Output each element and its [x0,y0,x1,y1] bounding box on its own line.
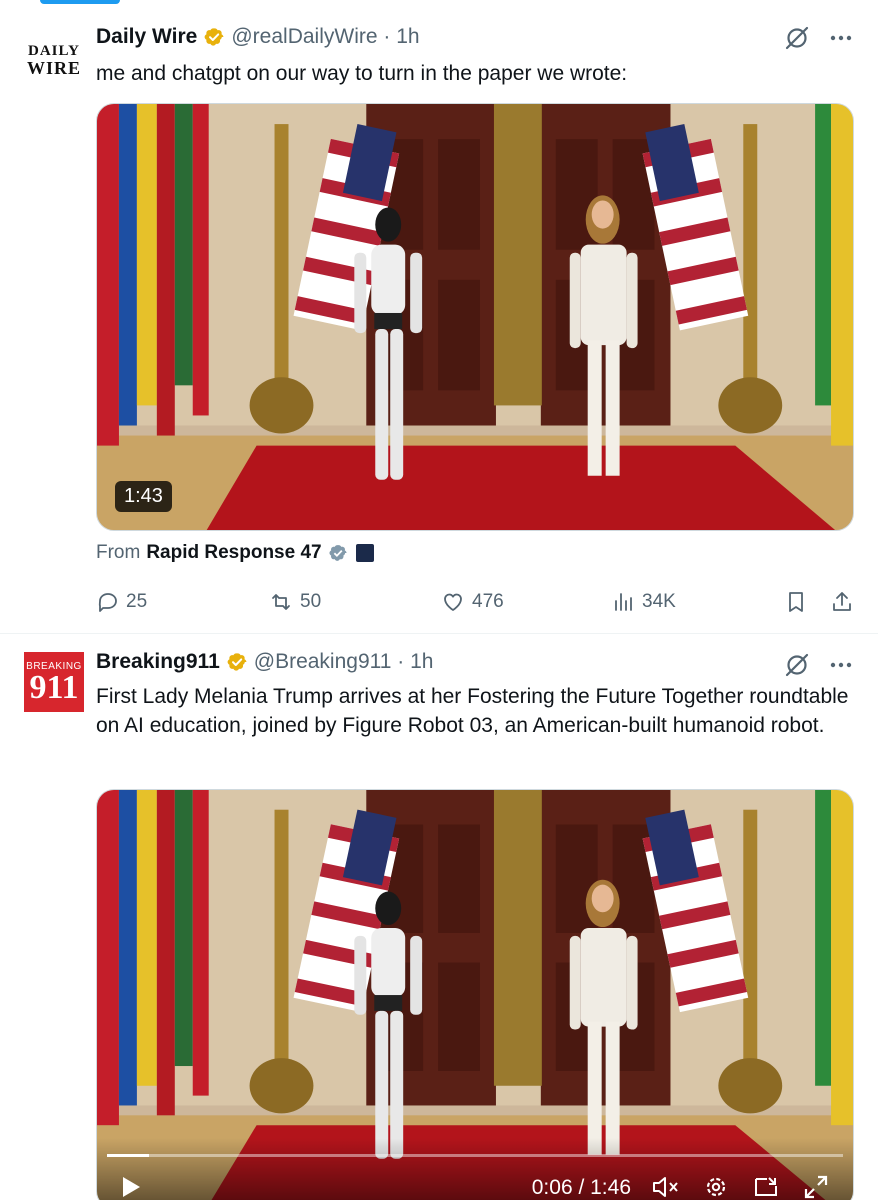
tweet-text: First Lady Melania Trump arrives at her … [96,685,849,737]
grok-icon[interactable] [784,652,810,678]
tweet-header: Breaking911 @Breaking911 · 1h [96,650,433,674]
active-tab-indicator [40,0,120,4]
share-icon[interactable] [830,590,854,614]
header-actions [784,25,854,51]
reply-icon [98,593,117,612]
author-handle[interactable]: @Breaking911 · 1h [254,650,434,674]
tweet-actions: 25 50 476 34K [96,586,856,618]
author-name[interactable]: Daily Wire [96,25,197,49]
pip-icon[interactable] [753,1174,779,1200]
source-name[interactable]: Rapid Response 47 [146,542,321,564]
video-source[interactable]: From Rapid Response 47 [96,542,374,564]
video-duration: 1:43 [115,481,172,512]
tweet-header: Daily Wire @realDailyWire · 1h [96,25,420,49]
settings-icon[interactable] [703,1174,729,1200]
header-actions [784,652,854,678]
tweet-video[interactable]: 1:43 [96,103,854,531]
like-icon [444,593,462,611]
video-controls: 0:06 / 1:46 [97,1138,853,1200]
verified-badge-icon [203,26,225,48]
views-button[interactable]: 34K [612,586,676,618]
repost-button[interactable]: 50 [268,586,321,618]
avatar-logo-line1: DAILY [28,42,80,59]
video-progress-bar[interactable] [107,1154,843,1157]
avatar[interactable]: BREAKING 911 [24,652,84,712]
avatar-logo-line2: 911 [29,668,79,706]
video-progress-fill [107,1154,149,1157]
reply-button[interactable]: 25 [96,586,147,618]
like-count: 476 [472,591,504,612]
more-icon[interactable] [828,652,854,678]
avatar[interactable]: DAILY WIRE [24,30,84,90]
tweet-video[interactable]: 0:06 / 1:46 [96,789,854,1200]
verified-badge-icon [226,651,248,673]
repost-count: 50 [300,591,322,612]
bookmark-icon[interactable] [784,590,808,614]
tweet-breaking911[interactable]: BREAKING 911 Breaking911 @Breaking911 · … [0,634,878,1200]
author-name[interactable]: Breaking911 [96,650,220,674]
tweet-daily-wire[interactable]: DAILY WIRE Daily Wire @realDailyWire · 1… [0,6,878,634]
more-icon[interactable] [828,25,854,51]
grok-icon[interactable] [784,25,810,51]
views-icon [615,593,632,611]
avatar-logo-line2: WIRE [26,57,81,78]
affiliate-icon [355,544,374,562]
reply-count: 25 [126,591,148,612]
from-label: From [96,542,141,563]
fullscreen-icon[interactable] [803,1174,829,1200]
mute-icon[interactable] [651,1174,681,1200]
video-time: 0:06 / 1:46 [531,1176,631,1199]
tweet-text: me and chatgpt on our way to turn in the… [96,62,628,85]
source-verified-icon [329,545,347,561]
repost-icon [272,594,290,610]
video-frame [97,104,853,530]
view-count: 34K [642,591,676,612]
author-handle[interactable]: @realDailyWire · 1h [231,25,419,49]
play-icon[interactable] [119,1174,143,1200]
like-button[interactable]: 476 [440,586,504,618]
